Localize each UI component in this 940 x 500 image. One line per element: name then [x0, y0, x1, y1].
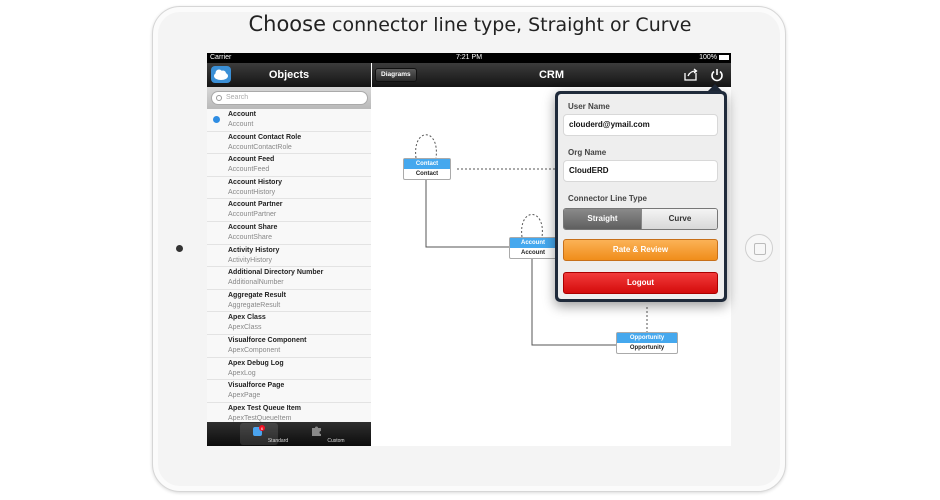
- list-item[interactable]: Account Feed AccountFeed: [207, 154, 371, 177]
- clock: 7:21 PM: [455, 54, 483, 61]
- popover-content: User Name clouderd@ymail.com Org Name Cl…: [558, 94, 724, 299]
- selected-dot-icon: [213, 116, 220, 123]
- entity-contact[interactable]: Contact Contact: [403, 158, 451, 180]
- list-item[interactable]: Account Share AccountShare: [207, 221, 371, 245]
- settings-popover: User Name clouderd@ymail.com Org Name Cl…: [555, 91, 727, 302]
- list-item[interactable]: Visualforce Component ApexComponent: [207, 334, 371, 358]
- search-icon: [216, 95, 222, 101]
- list-item[interactable]: Apex Class ApexClass: [207, 312, 371, 335]
- list-item[interactable]: Apex Test Queue Item ApexTestQueueItem: [207, 402, 371, 422]
- list-item[interactable]: Aggregate Result AggregateResult: [207, 289, 371, 313]
- tab-custom[interactable]: Custom: [298, 423, 345, 445]
- tab-standard[interactable]: 6 Standard: [240, 423, 288, 445]
- connector-straight-option[interactable]: Straight: [564, 209, 641, 229]
- connector-type-segmented: Straight Curve: [563, 208, 718, 230]
- home-button[interactable]: [745, 234, 773, 262]
- list-item[interactable]: Account History AccountHistory: [207, 176, 371, 200]
- entity-account[interactable]: Account Account: [509, 237, 557, 259]
- search-input[interactable]: Search: [211, 91, 368, 105]
- search-placeholder: Search: [226, 94, 249, 101]
- camera: [176, 245, 183, 252]
- connector-type-label: Connector Line Type: [568, 194, 647, 203]
- org-name-field[interactable]: CloudERD: [563, 160, 718, 182]
- search-bar: Search: [207, 87, 371, 109]
- list-item[interactable]: Apex Debug Log ApexLog: [207, 357, 371, 381]
- list-item[interactable]: Activity History ActivityHistory: [207, 244, 371, 268]
- connector-curve-option[interactable]: Curve: [641, 209, 717, 229]
- share-icon[interactable]: [684, 68, 698, 81]
- user-name-label: User Name: [568, 102, 610, 111]
- objects-navbar: Objects: [207, 63, 371, 87]
- list-item[interactable]: Account Account: [207, 109, 371, 132]
- list-item[interactable]: Account Contact Role AccountContactRole: [207, 131, 371, 155]
- diagram-navbar: Diagrams CRM: [372, 63, 731, 87]
- puzzle-icon: [312, 426, 321, 436]
- power-icon[interactable]: [710, 68, 724, 82]
- org-name-label: Org Name: [568, 148, 607, 157]
- object-list: Account Account Account Contact Role Accou…: [207, 109, 371, 422]
- battery-icon: [719, 55, 729, 60]
- rate-review-button[interactable]: Rate & Review: [563, 239, 718, 261]
- tab-bar: 6 Standard Custom: [207, 422, 371, 446]
- objects-title: Objects: [268, 69, 310, 81]
- battery-percent: 100%: [699, 54, 717, 61]
- list-item[interactable]: Account Partner AccountPartner: [207, 199, 371, 222]
- entity-opportunity[interactable]: Opportunity Opportunity: [616, 332, 678, 354]
- logout-button[interactable]: Logout: [563, 272, 718, 294]
- standard-objects-icon: 6: [253, 425, 265, 436]
- diagram-title: CRM: [538, 69, 565, 81]
- list-item[interactable]: Visualforce Page ApexPage: [207, 380, 371, 403]
- headline: Choose connector line type, Straight or …: [248, 12, 692, 36]
- objects-panel: Objects Search Account Account Account Co…: [207, 63, 371, 446]
- status-bar: Carrier 7:21 PM 100%: [207, 53, 731, 63]
- user-name-field[interactable]: clouderd@ymail.com: [563, 114, 718, 136]
- list-item[interactable]: Additional Directory Number AdditionalNum…: [207, 267, 371, 290]
